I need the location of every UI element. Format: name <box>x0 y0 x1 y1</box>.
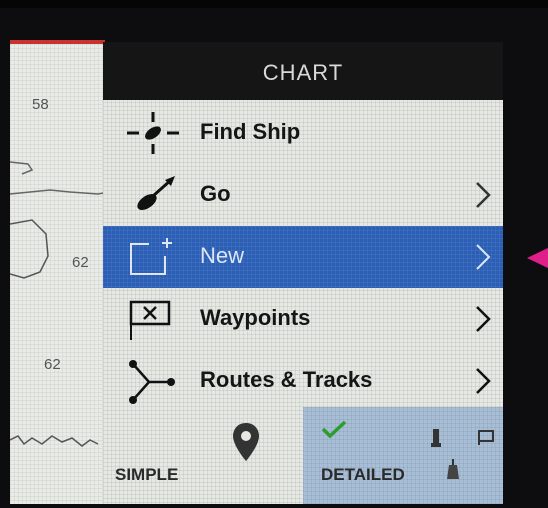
crosshair-ship-icon <box>127 112 179 154</box>
chart-background: 58 62 62 <box>10 44 110 504</box>
chevron-right-icon <box>476 306 491 332</box>
new-item-icon <box>130 238 172 275</box>
menu-item-go[interactable]: Go <box>103 164 503 226</box>
detailed-label: DETAILED <box>321 465 405 484</box>
menu-item-label: Go <box>200 181 231 206</box>
menu-item-label: Find Ship <box>200 119 301 144</box>
coastline <box>10 161 110 447</box>
detailed-view-option[interactable]: DETAILED <box>303 407 503 504</box>
location-pin-icon <box>233 423 259 461</box>
chevron-right-icon <box>476 182 491 208</box>
go-arrow-icon <box>137 176 175 210</box>
simple-view-option[interactable]: SIMPLE <box>103 407 303 504</box>
route-icon <box>129 360 175 404</box>
menu-item-label: Waypoints <box>200 305 311 330</box>
chart-features-icon <box>431 429 494 479</box>
checkmark-icon <box>321 420 347 439</box>
simple-label: SIMPLE <box>115 465 179 484</box>
menu-item-new[interactable]: New <box>103 226 503 288</box>
panel-title: CHART <box>262 60 344 85</box>
menu-item-find-ship[interactable]: Find Ship <box>103 102 503 164</box>
menu-item-label: New <box>200 243 245 268</box>
panel-header: CHART <box>103 42 503 100</box>
chart-menu-panel: CHART Find Ship Go New Waypoints Routes … <box>103 42 503 504</box>
chevron-right-icon <box>476 244 491 270</box>
selection-indicator-arrow <box>527 248 548 268</box>
chevron-right-icon <box>476 368 491 394</box>
top-bezel <box>0 0 548 8</box>
menu-item-routes-tracks[interactable]: Routes & Tracks <box>103 350 503 412</box>
chart-detail-selector: SIMPLE DETAILED <box>103 407 503 504</box>
menu-item-label: Routes & Tracks <box>200 367 373 392</box>
menu-item-waypoints[interactable]: Waypoints <box>103 288 503 350</box>
waypoint-flag-icon <box>129 300 171 340</box>
